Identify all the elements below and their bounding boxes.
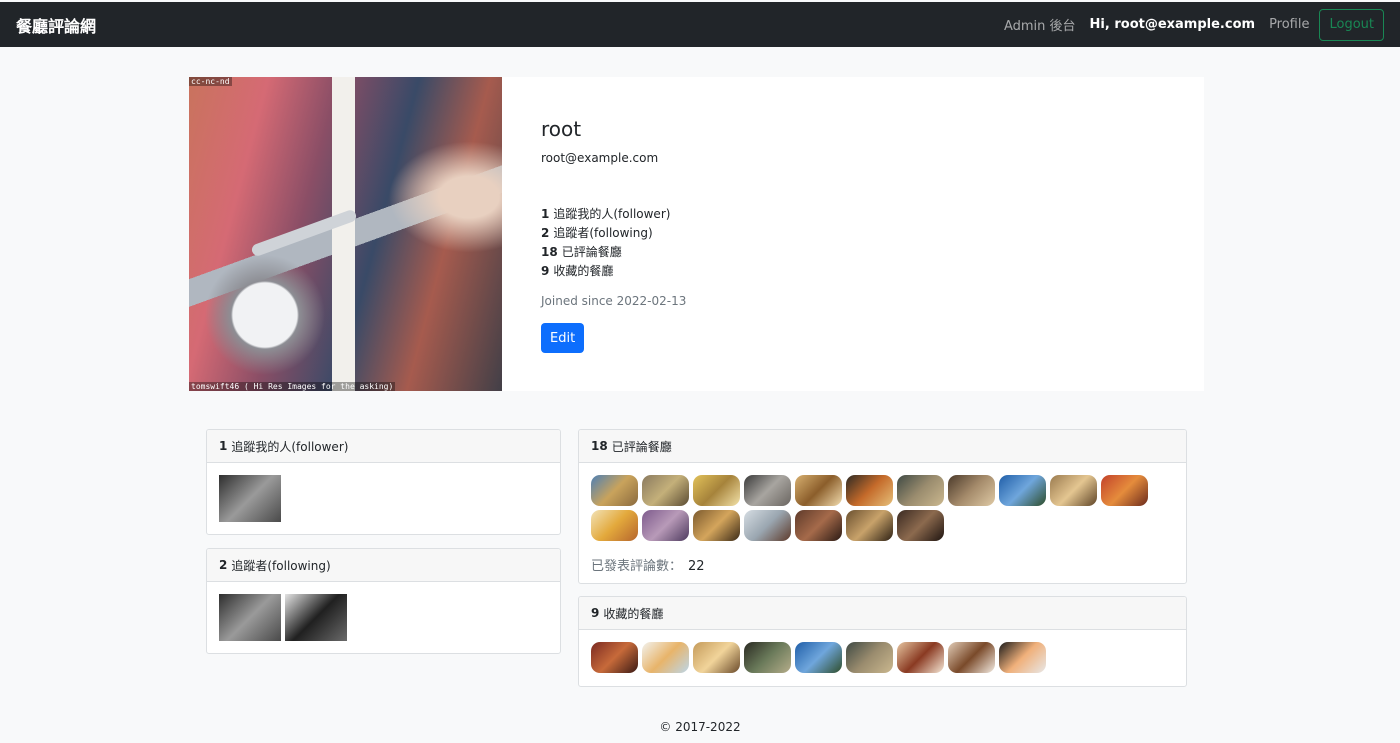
restaurant-thumbnail[interactable] — [591, 475, 638, 506]
profile-info: root root@example.com 1 追蹤我的人(follower) 2… — [502, 77, 725, 391]
user-avatar-thumbnail[interactable] — [285, 594, 347, 641]
restaurant-thumbnail[interactable] — [744, 510, 791, 541]
restaurant-thumbnail[interactable] — [897, 510, 944, 541]
reviewed-restaurants-card: 18 已評論餐廳 已發表評論數： 22 — [578, 429, 1187, 584]
restaurant-thumbnail[interactable] — [795, 510, 842, 541]
restaurant-thumbnail[interactable] — [1050, 475, 1097, 506]
brand-link[interactable]: 餐廳評論網 — [16, 13, 96, 37]
user-greeting: Hi, root@example.com — [1089, 17, 1256, 32]
restaurant-thumbnail[interactable] — [897, 475, 944, 506]
stat-label: 追蹤者(following) — [553, 226, 653, 240]
profile-name: root — [541, 117, 582, 141]
stat-following: 2 追蹤者(following) — [541, 224, 686, 243]
restaurant-thumbnail[interactable] — [693, 510, 740, 541]
admin-link[interactable]: Admin 後台 — [1004, 15, 1076, 34]
followers-card: 1 追蹤我的人(follower) — [206, 429, 561, 535]
reviewed-card-header: 18 已評論餐廳 — [579, 430, 1186, 463]
favorites-title: 收藏的餐廳 — [603, 606, 664, 621]
avatar-mirror-arm — [250, 208, 358, 258]
comment-count-label: 已發表評論數： — [591, 559, 683, 574]
restaurant-thumbnail[interactable] — [642, 642, 689, 673]
restaurant-thumbnail[interactable] — [999, 475, 1046, 506]
profile-email: root@example.com — [541, 151, 659, 165]
stat-label: 已評論餐廳 — [561, 245, 622, 259]
stat-count: 9 — [541, 264, 550, 278]
navbar: 餐廳評論網 Admin 後台 Hi, root@example.com Prof… — [0, 0, 1400, 47]
restaurant-thumbnail[interactable] — [642, 510, 689, 541]
restaurant-thumbnail[interactable] — [846, 642, 893, 673]
avatar-image: cc-nc-nd tomswift46 ( Hi Res Images for … — [189, 77, 502, 391]
following-thumbs — [219, 594, 548, 641]
logout-button[interactable]: Logout — [1319, 8, 1384, 41]
restaurant-thumbnail[interactable] — [693, 475, 740, 506]
favorites-thumbs — [591, 642, 1174, 673]
favorites-card-header: 9 收藏的餐廳 — [579, 597, 1186, 630]
following-card: 2 追蹤者(following) — [206, 548, 561, 654]
profile-link[interactable]: Profile — [1269, 17, 1309, 32]
favorite-restaurants-card: 9 收藏的餐廳 — [578, 596, 1187, 687]
stat-label: 追蹤我的人(follower) — [553, 207, 671, 221]
avatar-license-tag: cc-nc-nd — [189, 77, 232, 86]
reviewed-thumbs — [591, 475, 1161, 541]
restaurant-thumbnail[interactable] — [693, 642, 740, 673]
restaurant-thumbnail[interactable] — [897, 642, 944, 673]
restaurant-thumbnail[interactable] — [744, 642, 791, 673]
reviewed-title: 已評論餐廳 — [611, 439, 672, 454]
user-avatar-thumbnail[interactable] — [219, 475, 281, 522]
avatar-credit-text: tomswift46 ( Hi Res Images for the askin… — [189, 382, 396, 391]
footer-copyright: © 2017-2022 — [659, 720, 741, 734]
restaurant-thumbnail[interactable] — [846, 510, 893, 541]
restaurant-thumbnail[interactable] — [642, 475, 689, 506]
restaurant-thumbnail[interactable] — [1101, 475, 1148, 506]
stat-count: 2 — [541, 226, 550, 240]
followers-thumbs — [219, 475, 548, 522]
profile-card: cc-nc-nd tomswift46 ( Hi Res Images for … — [189, 77, 1204, 391]
stat-count: 1 — [541, 207, 550, 221]
nav-right: Admin 後台 Hi, root@example.com Profile Lo… — [990, 8, 1384, 41]
following-count: 2 — [219, 558, 228, 572]
restaurant-thumbnail[interactable] — [846, 475, 893, 506]
stat-followers: 1 追蹤我的人(follower) — [541, 205, 686, 224]
edit-profile-button[interactable]: Edit — [541, 323, 585, 353]
following-card-header: 2 追蹤者(following) — [207, 549, 560, 582]
restaurant-thumbnail[interactable] — [591, 642, 638, 673]
restaurant-thumbnail[interactable] — [795, 642, 842, 673]
restaurant-thumbnail[interactable] — [948, 642, 995, 673]
stat-count: 18 — [541, 245, 558, 259]
favorites-count: 9 — [591, 606, 600, 620]
followers-title: 追蹤我的人(follower) — [231, 439, 349, 454]
stat-label: 收藏的餐廳 — [553, 264, 614, 278]
stat-favorites: 9 收藏的餐廳 — [541, 262, 686, 281]
restaurant-thumbnail[interactable] — [795, 475, 842, 506]
joined-date: Joined since 2022-02-13 — [541, 294, 687, 308]
comment-count-value: 22 — [688, 559, 705, 574]
restaurant-thumbnail[interactable] — [948, 475, 995, 506]
followers-count: 1 — [219, 439, 228, 453]
restaurant-thumbnail[interactable] — [744, 475, 791, 506]
following-title: 追蹤者(following) — [231, 558, 331, 573]
user-avatar-thumbnail[interactable] — [219, 594, 281, 641]
stat-reviewed: 18 已評論餐廳 — [541, 243, 686, 262]
followers-card-header: 1 追蹤我的人(follower) — [207, 430, 560, 463]
restaurant-thumbnail[interactable] — [591, 510, 638, 541]
reviewed-count: 18 — [591, 439, 608, 453]
comment-count-line: 已發表評論數： 22 — [591, 555, 1174, 574]
restaurant-thumbnail[interactable] — [999, 642, 1046, 673]
